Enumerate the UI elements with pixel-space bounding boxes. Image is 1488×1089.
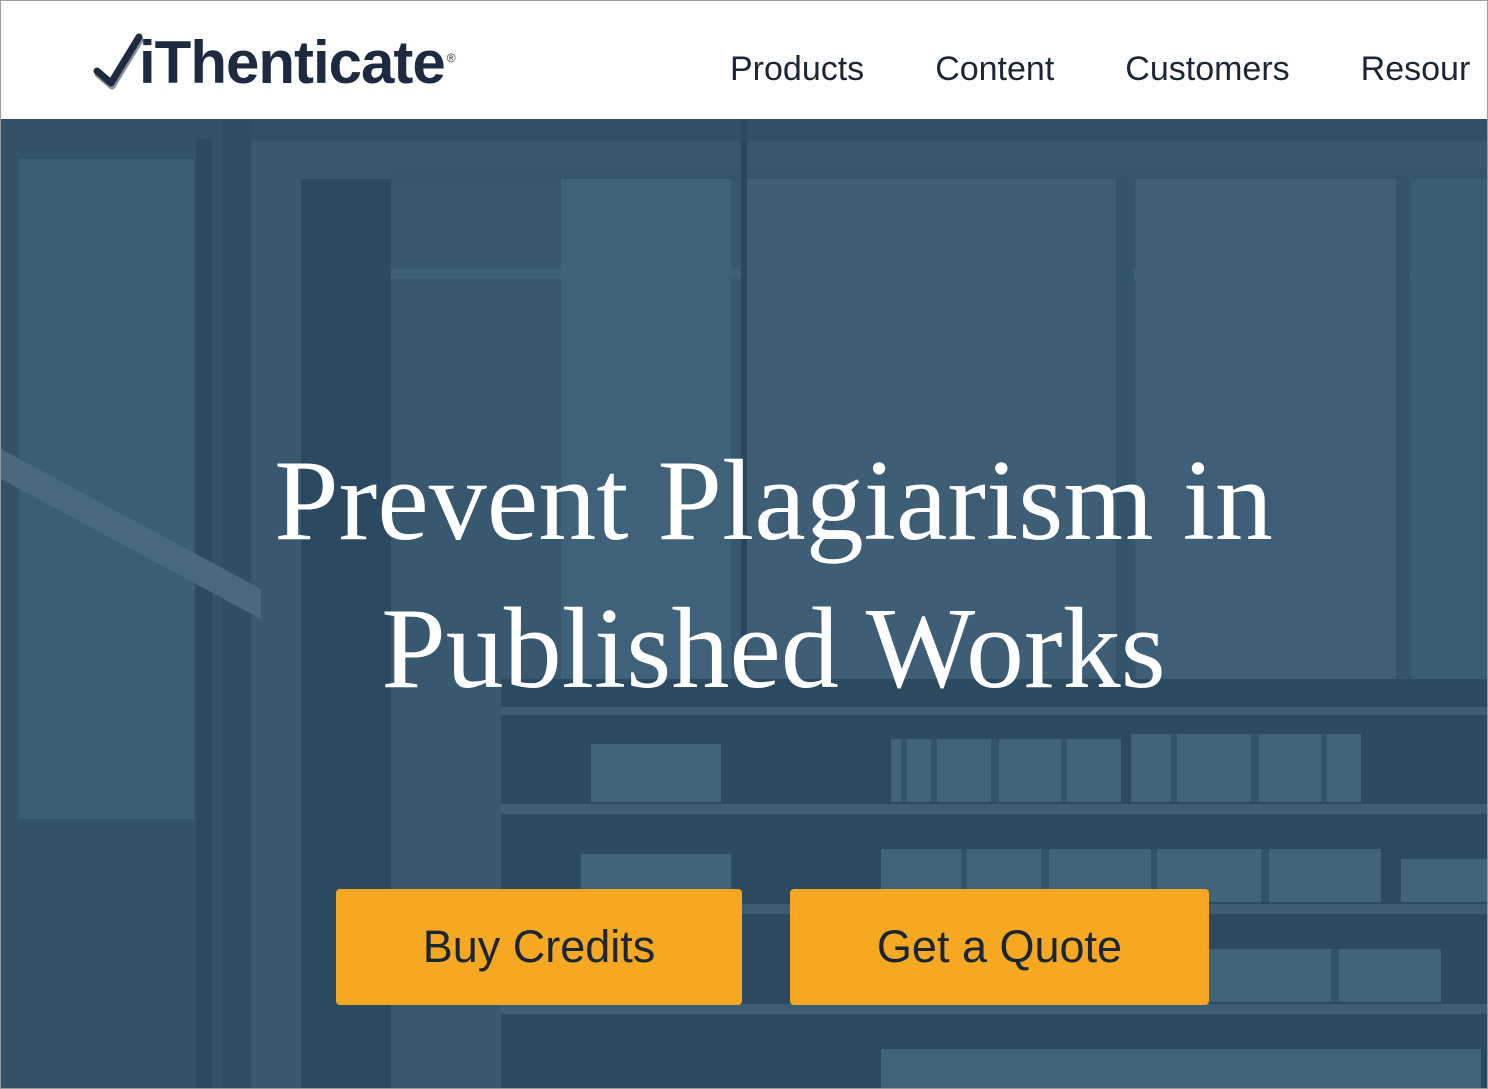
checkmark-icon (93, 33, 144, 90)
registered-mark: ® (446, 51, 456, 65)
hero-headline-line-1: Prevent Plagiarism in (274, 437, 1273, 565)
nav-item-customers[interactable]: Customers (1125, 45, 1289, 93)
hero-headline: Prevent Plagiarism in Published Works (1, 427, 1487, 723)
site-header: iThenticate ® Products Content Customers… (1, 1, 1487, 119)
brand-name: iThenticate (139, 29, 446, 96)
browser-viewport: iThenticate ® Products Content Customers… (0, 0, 1488, 1089)
hero-banner: Prevent Plagiarism in Published Works Bu… (1, 119, 1487, 1088)
main-nav: Products Content Customers Resour (730, 45, 1487, 93)
get-a-quote-button[interactable]: Get a Quote (790, 889, 1209, 1005)
nav-item-products[interactable]: Products (730, 45, 864, 93)
hero-headline-line-2: Published Works (381, 585, 1166, 713)
buy-credits-button[interactable]: Buy Credits (336, 889, 742, 1005)
ithenticate-logo[interactable]: iThenticate ® (93, 27, 456, 99)
nav-item-resources[interactable]: Resour (1361, 45, 1471, 93)
nav-item-content[interactable]: Content (935, 45, 1054, 93)
